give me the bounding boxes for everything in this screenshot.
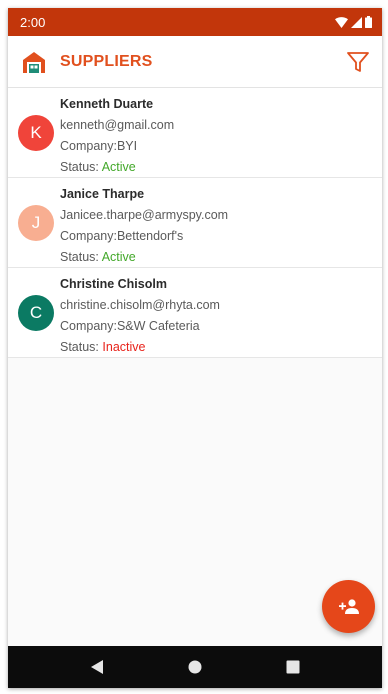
page-title: SUPPLIERS (60, 52, 153, 70)
status-value: Active (101, 250, 136, 264)
list-item[interactable]: J Janice Tharpe Janicee.tharpe@armyspy.c… (8, 178, 382, 268)
recents-icon (286, 660, 300, 674)
avatar: J (18, 204, 54, 241)
avatar: K (18, 114, 54, 151)
battery-icon (365, 16, 372, 28)
status-label: Status: (60, 340, 103, 354)
avatar: C (18, 294, 54, 331)
supplier-info: Kenneth Duarte kenneth@gmail.com Company… (60, 88, 174, 177)
supplier-company: Company:S&W Cafeteria (60, 319, 200, 333)
avatar-column: C (8, 268, 60, 357)
filter-button[interactable] (344, 48, 372, 76)
avatar-column: J (8, 178, 60, 267)
add-person-icon (338, 598, 359, 614)
wifi-icon (335, 16, 348, 28)
status-bar: 2:00 (8, 8, 382, 36)
supplier-status: Status: Inactive (60, 337, 220, 358)
list-item[interactable]: K Kenneth Duarte kenneth@gmail.com Compa… (8, 88, 382, 178)
status-value: Active (101, 160, 136, 174)
navigation-bar (8, 646, 382, 688)
back-icon (91, 660, 103, 674)
supplier-name: Christine Chisolm (60, 277, 167, 291)
recents-button[interactable] (281, 655, 305, 679)
home-icon (188, 660, 202, 674)
supplier-email: christine.chisolm@rhyta.com (60, 298, 220, 312)
phone-screen: 2:00 SUPPLIERS K Kenneth Duarte kenneth@… (8, 8, 382, 688)
supplier-info: Janice Tharpe Janicee.tharpe@armyspy.com… (60, 178, 228, 267)
supplier-email: Janicee.tharpe@armyspy.com (60, 208, 229, 222)
filter-icon (347, 51, 369, 72)
supplier-info: Christine Chisolm christine.chisolm@rhyt… (60, 268, 220, 357)
status-label: Status: (60, 250, 102, 264)
supplier-status: Status: Active (60, 247, 228, 268)
supplier-company: Company:BYI (60, 139, 138, 153)
list-item[interactable]: C Christine Chisolm christine.chisolm@rh… (8, 268, 382, 358)
add-supplier-button[interactable] (322, 580, 375, 633)
signal-icon (351, 16, 362, 28)
supplier-name: Kenneth Duarte (60, 97, 154, 111)
supplier-company: Company:Bettendorf's (60, 229, 184, 243)
home-button[interactable] (183, 655, 207, 679)
warehouse-icon (20, 48, 48, 76)
status-icons (335, 16, 372, 28)
status-value: Inactive (102, 340, 146, 354)
back-button[interactable] (85, 655, 109, 679)
supplier-name: Janice Tharpe (60, 187, 145, 201)
supplier-list: K Kenneth Duarte kenneth@gmail.com Compa… (8, 88, 382, 358)
status-time: 2:00 (20, 14, 46, 30)
app-bar: SUPPLIERS (8, 36, 382, 88)
supplier-status: Status: Active (60, 157, 174, 178)
supplier-email: kenneth@gmail.com (60, 118, 175, 132)
avatar-column: K (8, 88, 60, 177)
status-label: Status: (60, 160, 102, 174)
